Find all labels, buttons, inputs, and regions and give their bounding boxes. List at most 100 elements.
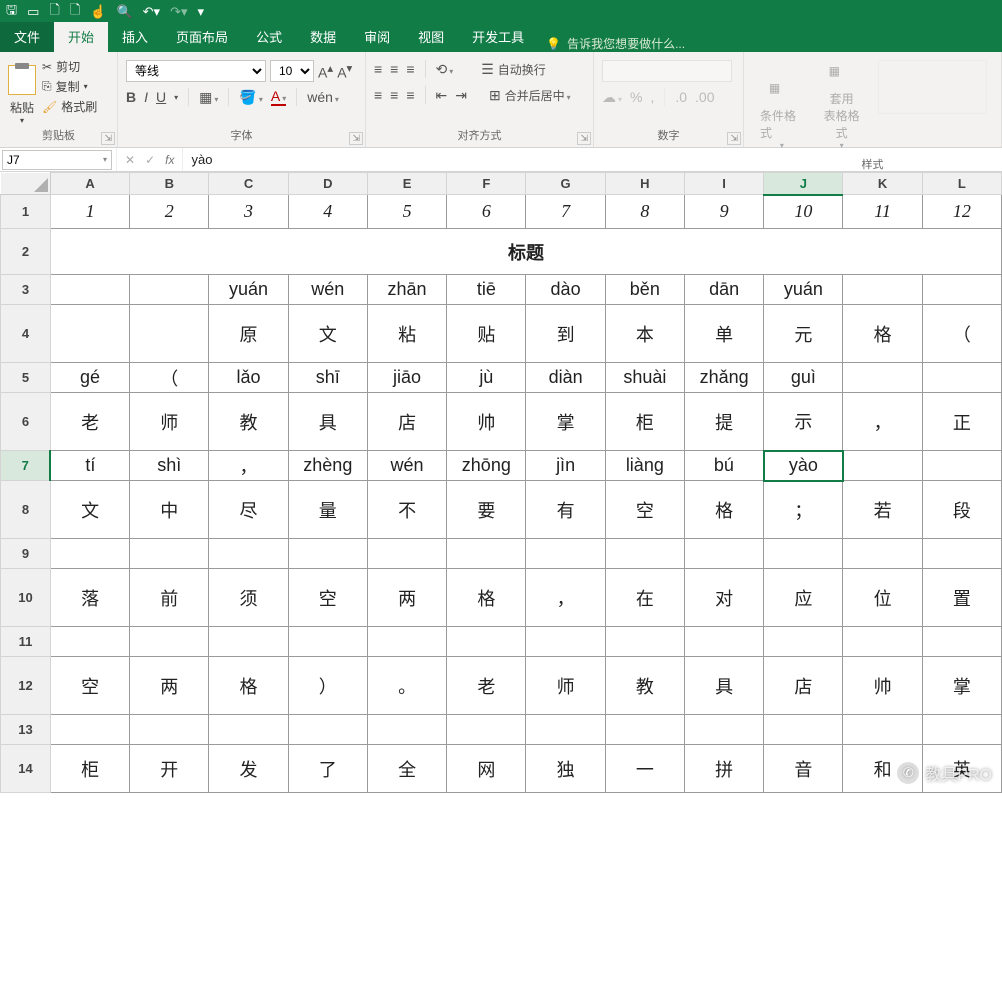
cell-D14[interactable]: 了 [288,745,367,793]
tell-me[interactable]: 💡告诉我您想要做什么... [538,35,685,52]
spreadsheet-grid[interactable]: ABCDEFGHIJKL11234567891011122标题3yuánwénz… [0,172,1002,793]
cell-F4[interactable]: 贴 [447,305,526,363]
open-icon[interactable]: ▭ [27,4,39,20]
col-header-A[interactable]: A [50,173,129,195]
cell-A13[interactable] [50,715,129,745]
cond-format-button[interactable]: ▦ 条件格式▾ [758,60,806,150]
cell-L3[interactable] [922,275,1001,305]
align-center-icon[interactable]: ≡ [390,87,398,103]
cell-C14[interactable]: 发 [209,745,288,793]
cell-I10[interactable]: 对 [684,569,763,627]
cell-B5[interactable]: （ [130,363,209,393]
cell-D8[interactable]: 量 [288,481,367,539]
cell-H3[interactable]: běn [605,275,684,305]
cell-I12[interactable]: 具 [684,657,763,715]
cell-H4[interactable]: 本 [605,305,684,363]
inc-decimal-icon[interactable]: .0 [675,89,687,105]
cell-G5[interactable]: diàn [526,363,605,393]
col-header-J[interactable]: J [764,173,843,195]
dialog-launcher[interactable]: ⇲ [101,132,115,145]
cell-L10[interactable]: 置 [922,569,1001,627]
cell-A10[interactable]: 落 [50,569,129,627]
cell-F11[interactable] [447,627,526,657]
cell-A5[interactable]: gé [50,363,129,393]
cell-H6[interactable]: 柜 [605,393,684,451]
qat-more-icon[interactable]: ▾ [198,4,205,20]
col-header-H[interactable]: H [605,173,684,195]
cell-L5[interactable] [922,363,1001,393]
align-left-icon[interactable]: ≡ [374,87,382,103]
row-header-8[interactable]: 8 [1,481,51,539]
formula-input[interactable]: yào [183,152,220,167]
cell-I13[interactable] [684,715,763,745]
cell-B8[interactable]: 中 [130,481,209,539]
cell-K4[interactable]: 格 [843,305,922,363]
cell-I14[interactable]: 拼 [684,745,763,793]
cell-E5[interactable]: jiāo [367,363,446,393]
dialog-launcher[interactable]: ⇲ [349,132,363,145]
tab-home[interactable]: 开始 [54,22,108,52]
cell-D10[interactable]: 空 [288,569,367,627]
cell-B9[interactable] [130,539,209,569]
cell-G14[interactable]: 独 [526,745,605,793]
cell-J6[interactable]: 示 [764,393,843,451]
row-header-2[interactable]: 2 [1,229,51,275]
row-header-6[interactable]: 6 [1,393,51,451]
cell-I7[interactable]: bú [684,451,763,481]
cell-A12[interactable]: 空 [50,657,129,715]
cell-D3[interactable]: wén [288,275,367,305]
cell-E4[interactable]: 粘 [367,305,446,363]
cell-C9[interactable] [209,539,288,569]
cell-F10[interactable]: 格 [447,569,526,627]
cell-C12[interactable]: 格 [209,657,288,715]
cell-J5[interactable]: guì [764,363,843,393]
cell-J3[interactable]: yuán [764,275,843,305]
cell-H8[interactable]: 空 [605,481,684,539]
cell-C6[interactable]: 教 [209,393,288,451]
cell-F7[interactable]: zhōng [447,451,526,481]
shrink-font-icon[interactable]: A▾ [337,61,352,81]
currency-icon[interactable]: ☁ [602,89,622,106]
cell-F13[interactable] [447,715,526,745]
row-header-12[interactable]: 12 [1,657,51,715]
cell-G4[interactable]: 到 [526,305,605,363]
cell-K13[interactable] [843,715,922,745]
name-box[interactable]: J7▾ [2,150,112,170]
cell-J4[interactable]: 元 [764,305,843,363]
cell-G7[interactable]: jìn [526,451,605,481]
cell-H7[interactable]: liàng [605,451,684,481]
cell-A4[interactable] [50,305,129,363]
cell-H13[interactable] [605,715,684,745]
comma-icon[interactable]: , [650,89,654,105]
tab-insert[interactable]: 插入 [108,22,162,52]
tab-dev[interactable]: 开发工具 [458,22,538,52]
cell-I4[interactable]: 单 [684,305,763,363]
cell-D7[interactable]: zhèng [288,451,367,481]
row-header-10[interactable]: 10 [1,569,51,627]
cell-L9[interactable] [922,539,1001,569]
cell-B14[interactable]: 开 [130,745,209,793]
cell-J1[interactable]: 10 [764,195,843,229]
enter-icon[interactable]: ✓ [145,153,155,167]
align-bottom-icon[interactable]: ≡ [406,61,414,77]
cell-I3[interactable]: dān [684,275,763,305]
cell-G3[interactable]: dào [526,275,605,305]
row-header-11[interactable]: 11 [1,627,51,657]
grow-font-icon[interactable]: A▴ [318,61,333,81]
cell-A9[interactable] [50,539,129,569]
refresh-icon[interactable]: 🗋 [70,1,80,23]
cell-G9[interactable] [526,539,605,569]
tab-layout[interactable]: 页面布局 [162,22,242,52]
row-header-4[interactable]: 4 [1,305,51,363]
italic-button[interactable]: I [144,89,148,105]
cell-A8[interactable]: 文 [50,481,129,539]
cell-H14[interactable]: 一 [605,745,684,793]
cell-I1[interactable]: 9 [684,195,763,229]
cell-J10[interactable]: 应 [764,569,843,627]
cell-H12[interactable]: 教 [605,657,684,715]
cell-K10[interactable]: 位 [843,569,922,627]
col-header-E[interactable]: E [367,173,446,195]
cell-D9[interactable] [288,539,367,569]
cell-H11[interactable] [605,627,684,657]
cell-L7[interactable] [922,451,1001,481]
